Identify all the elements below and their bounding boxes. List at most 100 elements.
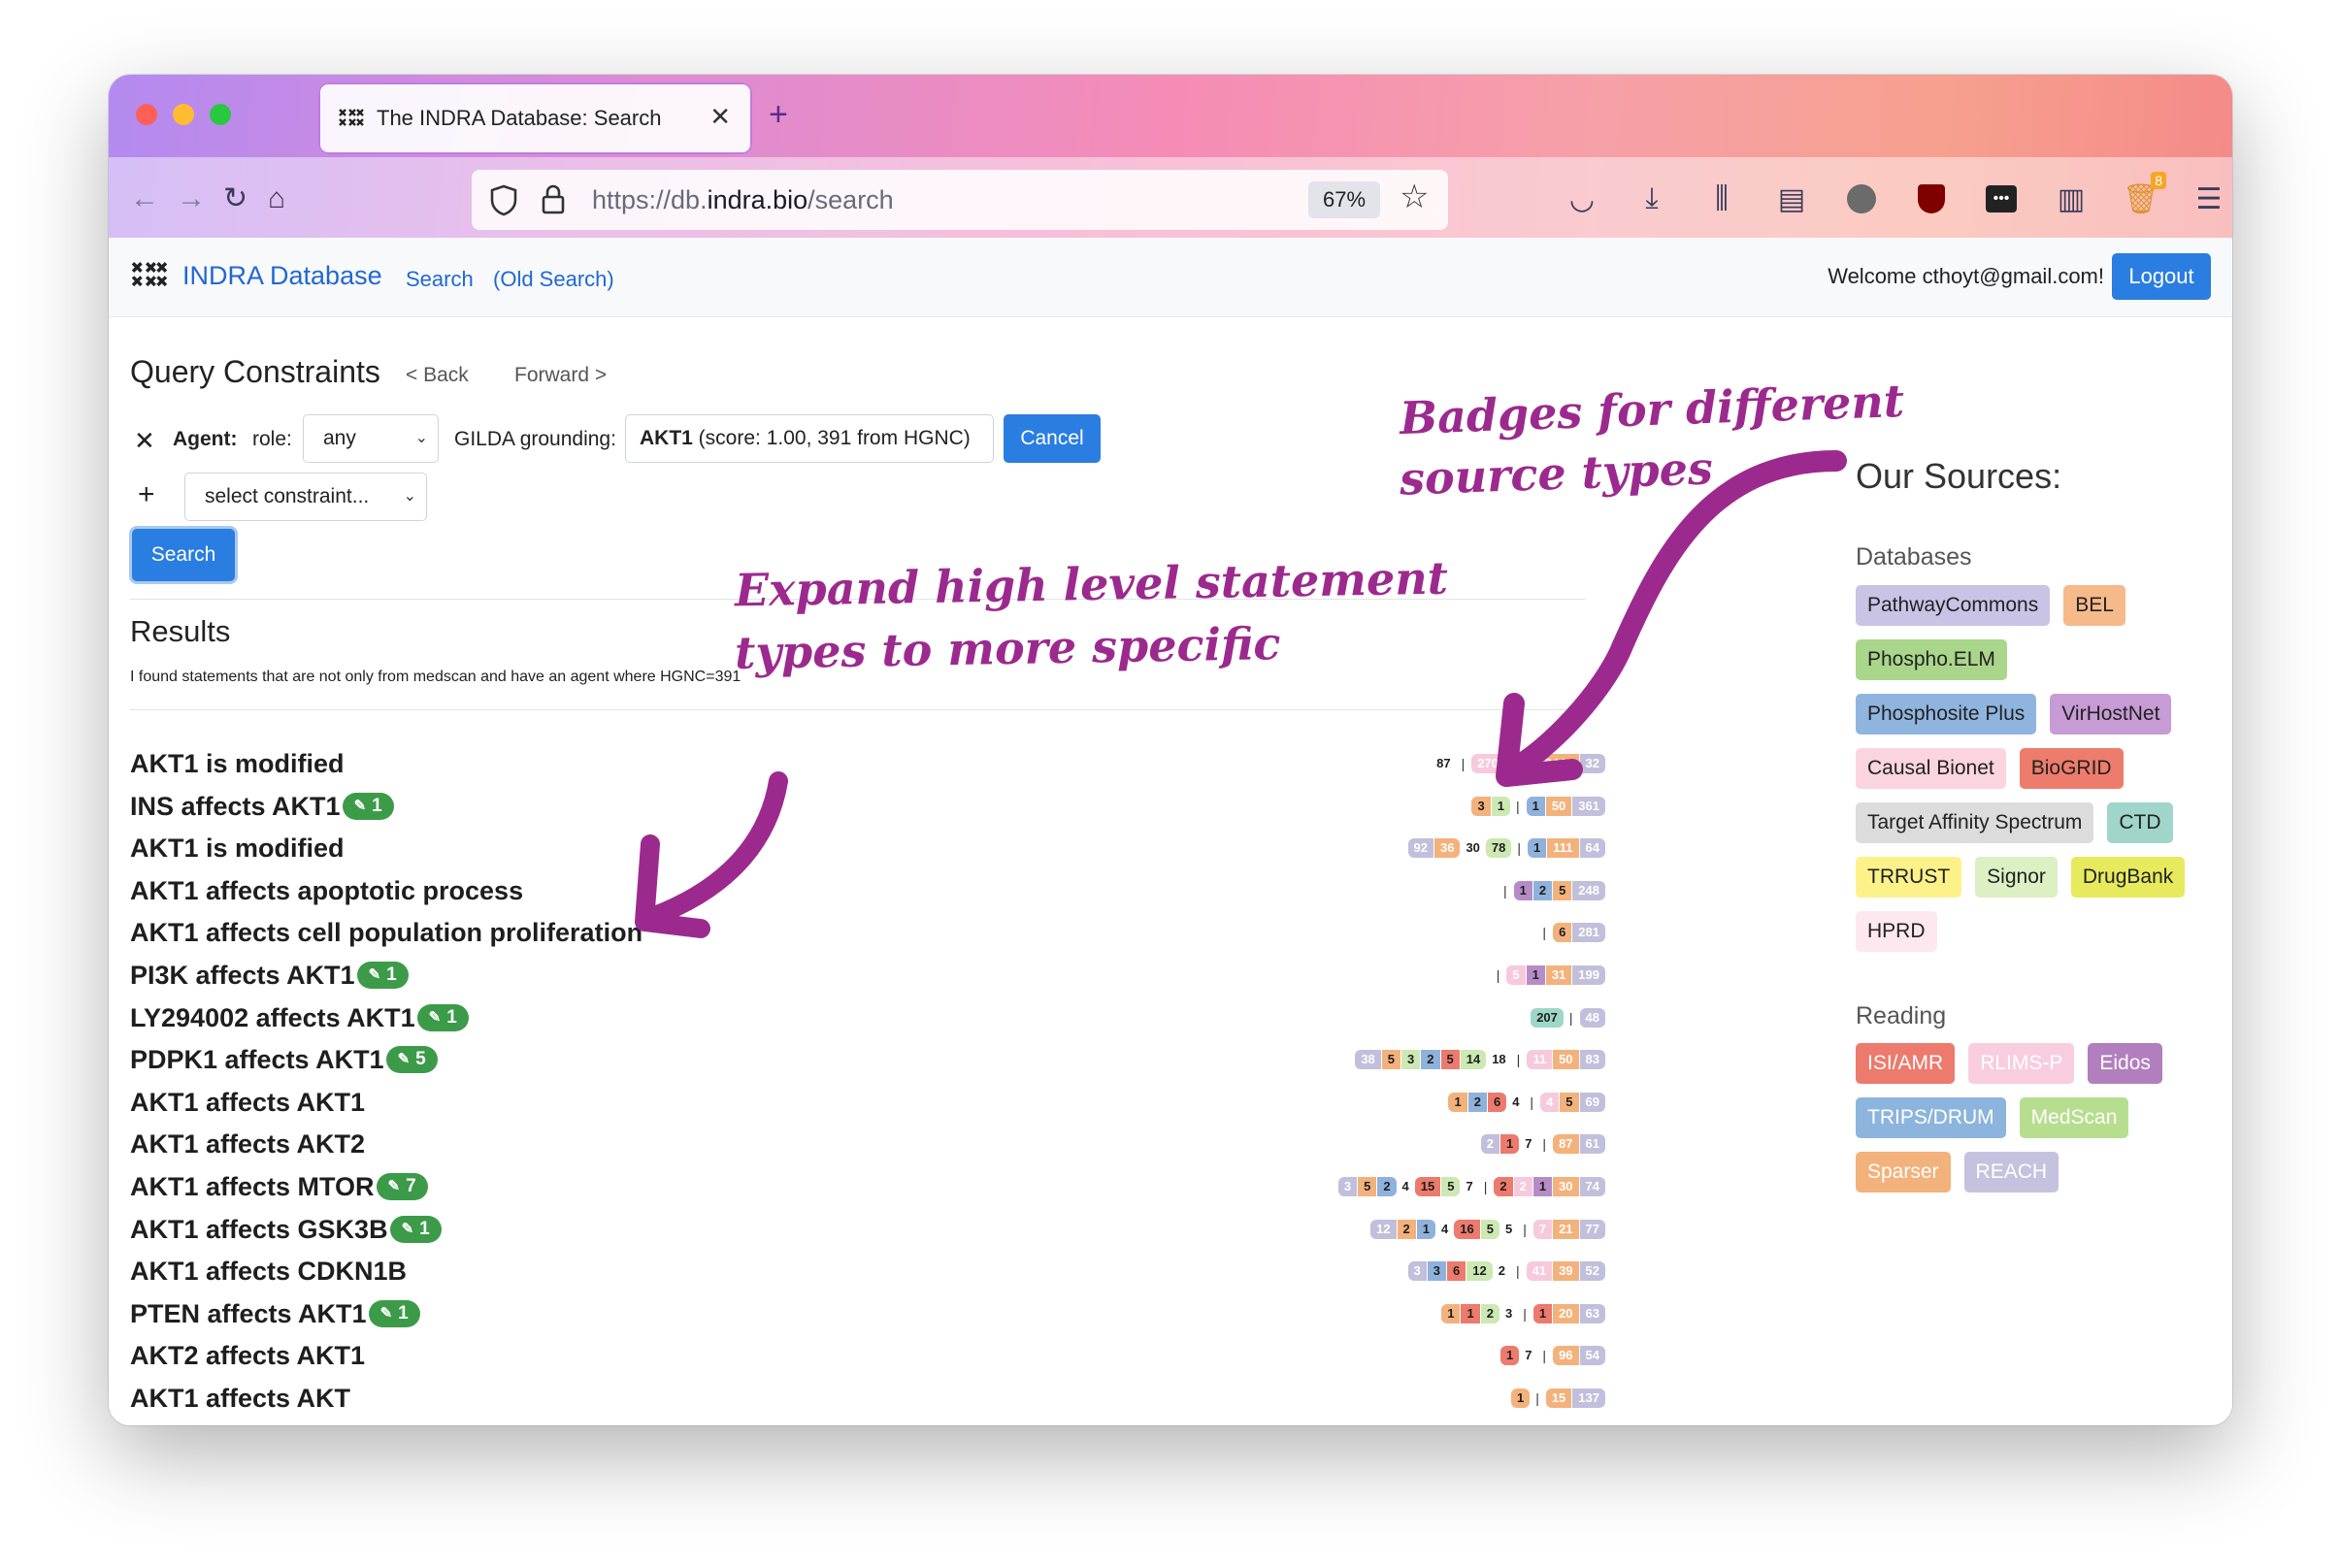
source-count-badge[interactable]: 5	[1560, 1092, 1579, 1112]
source-count-badge[interactable]: 87	[1553, 1134, 1579, 1155]
source-count-badge[interactable]: 3	[1500, 1304, 1517, 1323]
source-count-badge[interactable]: 74	[1579, 1176, 1605, 1196]
source-badge[interactable]: Sparser	[1856, 1152, 1951, 1192]
statement-row[interactable]: PTEN affects AKT1 ✎ 1 1 1 2 3 | 1 20 63	[130, 1297, 1605, 1340]
source-badge[interactable]: VirHostNet	[2050, 694, 2172, 735]
source-count-badge[interactable]: 1	[1499, 1346, 1520, 1366]
expand-button[interactable]: ✎ 1	[389, 1215, 442, 1243]
statement-row[interactable]: AKT1 affects MTOR ✎ 7 3 5 2 4 15 5 7 | 2 2 1 30 74	[130, 1170, 1605, 1213]
source-badge[interactable]: RLIMS-P	[1968, 1043, 2075, 1084]
source-count-badge[interactable]: 39	[1553, 1261, 1579, 1282]
old-search-link[interactable]: (Old Search)	[493, 267, 614, 292]
source-count-badge[interactable]: 52	[1579, 1261, 1605, 1282]
statement-text[interactable]: PDPK1 affects AKT1 ✎ 5	[130, 1043, 438, 1076]
source-count-badge[interactable]: 281	[1572, 923, 1605, 943]
reload-icon[interactable]: ↻	[223, 180, 247, 218]
source-count-badge[interactable]: 11	[1527, 1050, 1553, 1070]
statement-text[interactable]: AKT1 affects apoptotic process	[130, 874, 523, 907]
source-count-badge[interactable]: 1	[1441, 1303, 1461, 1323]
source-count-badge[interactable]: 1	[1528, 838, 1547, 859]
statement-row[interactable]: AKT1 affects AKT1 1 2 6 4 | 4 5 69	[130, 1086, 1605, 1128]
source-count-badge[interactable]: 48	[1579, 1007, 1605, 1028]
source-count-badge[interactable]: 16	[1454, 1219, 1480, 1239]
source-count-badge[interactable]: 50	[1512, 754, 1538, 773]
source-badge[interactable]: CTD	[2107, 802, 2173, 843]
back-arrow-icon[interactable]: ←	[130, 180, 159, 218]
statement-row[interactable]: AKT1 affects cell population proliferati…	[130, 916, 1605, 959]
add-constraint-icon[interactable]: +	[138, 478, 155, 511]
source-count-badge[interactable]: 2	[1494, 1261, 1510, 1281]
source-count-badge[interactable]: 2	[1377, 1176, 1397, 1196]
source-count-badge[interactable]: 92	[1407, 838, 1433, 859]
expand-button[interactable]: ✎ 7	[376, 1172, 428, 1200]
statement-row[interactable]: AKT1 affects GSK3B ✎ 1 12 2 1 4 16 5 5 | 7 21 77	[130, 1213, 1605, 1256]
source-count-badge[interactable]: 1	[1448, 1092, 1467, 1112]
statement-text[interactable]: AKT1 is modified	[130, 832, 345, 865]
source-count-badge[interactable]: 4	[1540, 1092, 1560, 1112]
source-count-badge[interactable]: 1	[1499, 1134, 1520, 1155]
downloads-icon[interactable]: ⤓	[1631, 178, 1673, 220]
source-badge[interactable]: HPRD	[1856, 911, 1937, 952]
statement-text[interactable]: PI3K affects AKT1 ✎ 1	[130, 959, 409, 992]
source-count-badge[interactable]: 7	[1461, 1177, 1477, 1196]
lock-icon[interactable]	[540, 183, 567, 216]
source-count-badge[interactable]: 5	[1553, 880, 1572, 900]
source-count-badge[interactable]: 6	[1487, 1092, 1507, 1112]
source-badge[interactable]: BEL	[2063, 585, 2125, 626]
source-count-badge[interactable]: 20	[1553, 1303, 1579, 1323]
source-badge[interactable]: Signor	[1975, 857, 2058, 898]
library-icon[interactable]: ⫼	[1700, 178, 1743, 220]
source-badge[interactable]: REACH	[1963, 1152, 2059, 1192]
source-count-badge[interactable]: 5	[1381, 1050, 1401, 1070]
source-count-badge[interactable]: 5	[1500, 1220, 1517, 1239]
source-count-badge[interactable]: 77	[1579, 1219, 1605, 1239]
source-count-badge[interactable]: 15	[1414, 1176, 1441, 1196]
source-count-badge[interactable]: 2	[1480, 1134, 1499, 1155]
source-count-badge[interactable]: 1	[1491, 796, 1510, 816]
source-count-badge[interactable]: 7	[1520, 1134, 1536, 1154]
source-count-badge[interactable]: 63	[1579, 1303, 1605, 1323]
source-count-badge[interactable]: 4	[1507, 1093, 1524, 1112]
shield-icon[interactable]	[489, 183, 518, 216]
statement-row[interactable]: AKT1 affects AKT 1 | 15 137	[130, 1382, 1605, 1424]
source-count-badge[interactable]: 64	[1579, 838, 1605, 859]
statement-text[interactable]: AKT2 affects AKT1	[130, 1339, 365, 1372]
source-badge[interactable]: ISI/AMR	[1856, 1043, 1956, 1084]
source-count-badge[interactable]: 5	[1441, 1176, 1461, 1196]
source-count-badge[interactable]: 7	[1520, 1346, 1536, 1365]
search-button[interactable]: Search	[132, 529, 235, 581]
logout-button[interactable]: Logout	[2112, 253, 2211, 300]
expand-button[interactable]: ✎ 1	[368, 1299, 420, 1327]
source-count-badge[interactable]: 6	[1447, 1261, 1466, 1282]
source-count-badge[interactable]: 31	[1545, 964, 1572, 985]
source-count-badge[interactable]: 2449	[1538, 754, 1579, 773]
pocket-icon[interactable]: ◡	[1561, 178, 1603, 220]
statement-text[interactable]: AKT1 affects AKT1	[130, 1086, 365, 1119]
source-count-badge[interactable]: 1	[1510, 1388, 1531, 1408]
source-count-badge[interactable]: 2	[1532, 880, 1553, 900]
statement-text[interactable]: LY294002 affects AKT1 ✎ 1	[130, 1001, 469, 1034]
source-count-badge[interactable]: 3	[1401, 1050, 1421, 1070]
source-count-badge[interactable]: 83	[1579, 1050, 1605, 1070]
source-count-badge[interactable]: 2	[1397, 1219, 1416, 1239]
source-badge[interactable]: DrugBank	[2070, 857, 2186, 898]
source-count-badge[interactable]: 1	[1513, 880, 1532, 900]
source-count-badge[interactable]: 32	[1579, 754, 1605, 773]
source-count-badge[interactable]: 2	[1421, 1050, 1440, 1070]
role-select[interactable]: any ⌄	[303, 414, 439, 463]
password-manager-icon[interactable]: •••	[1980, 178, 2023, 220]
source-count-badge[interactable]: 2	[1494, 1176, 1513, 1196]
source-badge[interactable]: BioGRID	[2019, 748, 2124, 789]
source-count-badge[interactable]: 207	[1531, 1007, 1564, 1028]
constraint-select[interactable]: select constraint... ⌄	[184, 473, 427, 521]
statement-text[interactable]: INS affects AKT1 ✎ 1	[130, 790, 394, 823]
new-tab-button[interactable]: +	[769, 98, 788, 131]
source-count-badge[interactable]: 41	[1526, 1261, 1553, 1282]
source-badge[interactable]: Phosphosite Plus	[1856, 694, 2037, 735]
source-count-badge[interactable]: 361	[1572, 796, 1605, 816]
source-count-badge[interactable]: 5	[1358, 1176, 1377, 1196]
source-count-badge[interactable]: 50	[1545, 796, 1572, 816]
statement-row[interactable]: AKT1 affects AKT2 2 1 7 | 87 61	[130, 1127, 1605, 1170]
menu-icon[interactable]: ☰	[2188, 178, 2230, 220]
source-badge[interactable]: TRIPS/DRUM	[1856, 1097, 2006, 1138]
